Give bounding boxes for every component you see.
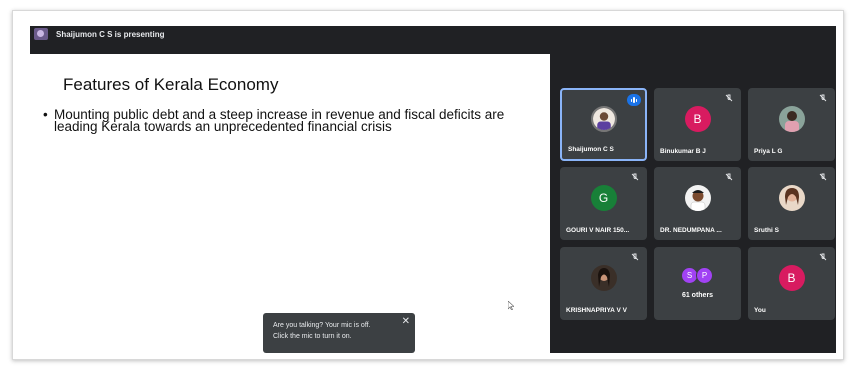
self-tile[interactable]: B You xyxy=(748,247,835,320)
mic-off-icon xyxy=(819,94,827,102)
participant-name: KRISHNAPRIYA V V xyxy=(566,307,627,314)
mic-off-icon xyxy=(631,253,639,261)
bullet-text: Mounting public debt and a steep increas… xyxy=(54,107,505,134)
participant-tile[interactable]: G GOURI V NAIR 150... xyxy=(560,167,647,240)
avatar: B xyxy=(778,264,805,291)
participant-name: Binukumar B J xyxy=(660,148,706,155)
presenter-text: Shaijumon C S is presenting xyxy=(56,29,165,39)
participant-name: Shaijumon C S xyxy=(568,146,614,153)
avatar xyxy=(590,105,617,132)
participant-tile[interactable]: DR. NEDUMPANA ... xyxy=(654,167,741,240)
toast-line-1: Are you talking? Your mic is off. xyxy=(273,322,371,329)
participant-name: Priya L G xyxy=(754,148,783,155)
participant-name: You xyxy=(754,307,766,314)
slide-title: Features of Kerala Economy xyxy=(63,75,279,94)
presenter-banner: Shaijumon C S is presenting xyxy=(30,26,836,42)
mic-off-icon xyxy=(819,173,827,181)
mic-off-icon xyxy=(819,253,827,261)
avatar xyxy=(778,105,805,132)
participant-tile[interactable]: KRISHNAPRIYA V V xyxy=(560,247,647,320)
close-icon[interactable]: ✕ xyxy=(402,316,410,327)
mic-off-icon xyxy=(725,173,733,181)
presentation-slide: Features of Kerala Economy • Mounting pu… xyxy=(30,54,550,353)
mouse-pointer-icon xyxy=(508,301,514,310)
meet-window: Shaijumon C S is presenting Features of … xyxy=(30,26,836,353)
participant-tile[interactable]: Shaijumon C S xyxy=(560,88,647,161)
avatar xyxy=(778,184,805,211)
participant-tile[interactable]: Sruthi S xyxy=(748,167,835,240)
participant-tile[interactable]: Priya L G xyxy=(748,88,835,161)
avatar xyxy=(590,264,617,291)
mic-off-toast: Are you talking? Your mic is off. Click … xyxy=(263,313,415,353)
avatar: P xyxy=(696,267,713,284)
participant-tile[interactable]: B Binukumar B J xyxy=(654,88,741,161)
others-count: 61 others xyxy=(681,292,714,299)
others-tile[interactable]: S P 61 others xyxy=(654,247,741,320)
participant-name: Sruthi S xyxy=(754,227,779,234)
avatar: B xyxy=(684,105,711,132)
mic-off-icon xyxy=(725,94,733,102)
presenter-avatar xyxy=(34,28,48,40)
mic-off-icon xyxy=(631,173,639,181)
slide-bullet: • Mounting public debt and a steep incre… xyxy=(43,107,543,134)
avatar xyxy=(684,184,711,211)
avatar: G xyxy=(590,184,617,211)
participant-name: GOURI V NAIR 150... xyxy=(566,227,630,234)
toast-line-2: Click the mic to turn it on. xyxy=(273,333,352,340)
speaking-indicator-icon xyxy=(627,94,641,106)
bullet-dot-icon: • xyxy=(43,107,48,122)
participant-name: DR. NEDUMPANA ... xyxy=(660,227,722,234)
